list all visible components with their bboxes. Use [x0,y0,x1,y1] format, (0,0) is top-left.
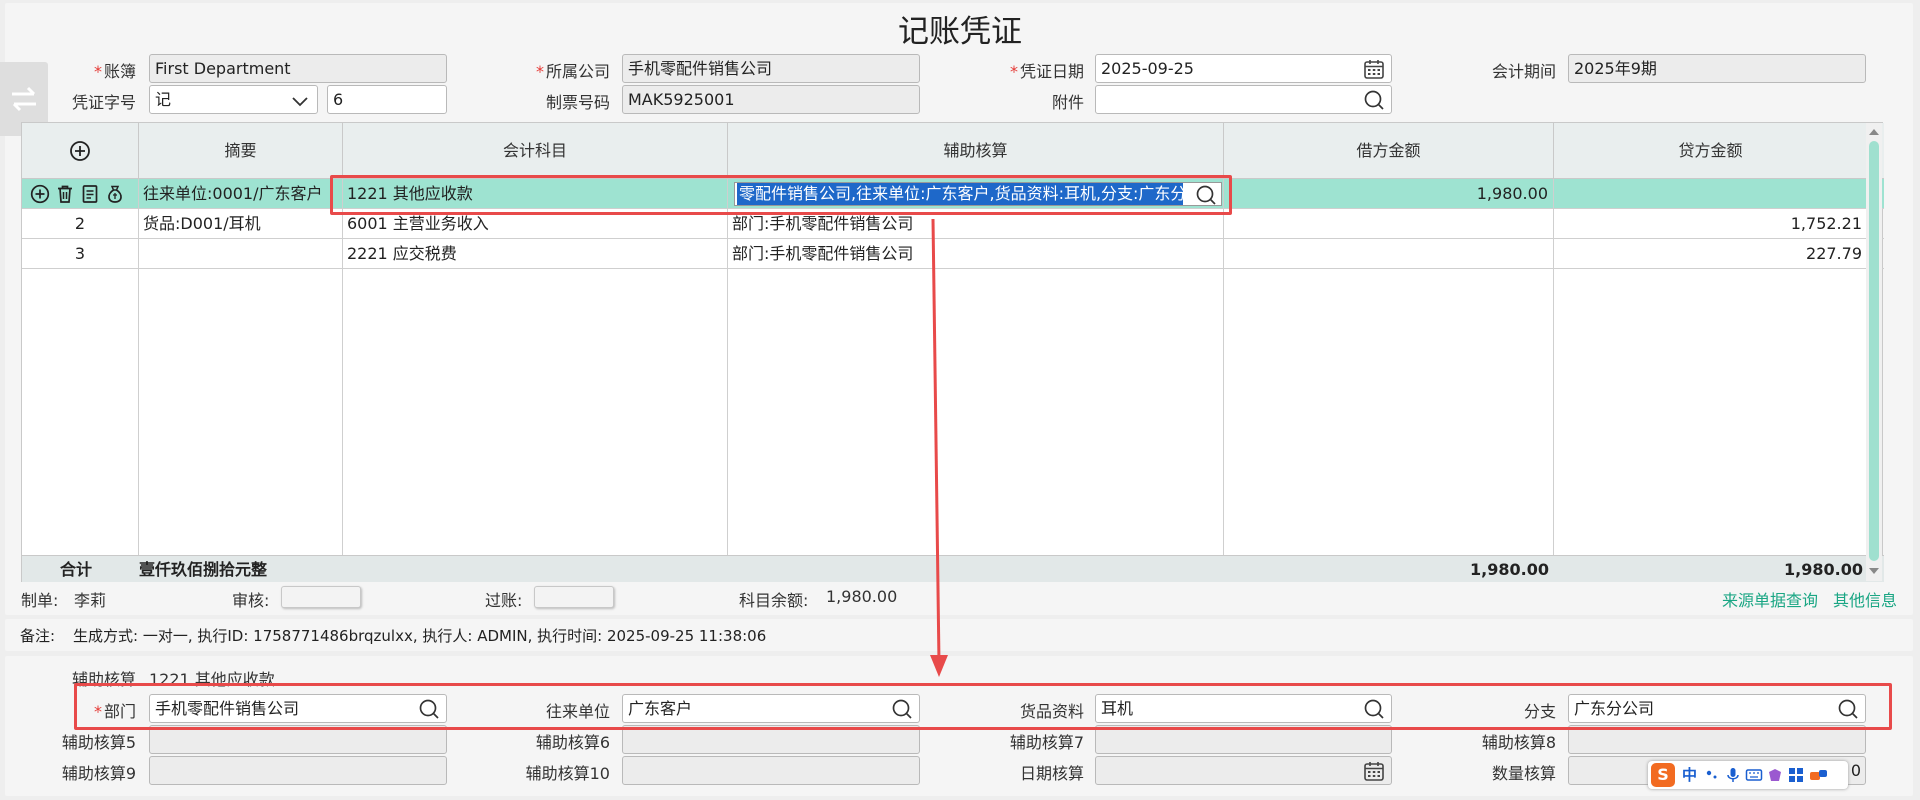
aux-cell[interactable]: 部门:手机零配件销售公司 [728,239,1224,269]
grid-header: 摘要 会计科目 辅助核算 借方金额 贷方金额 [22,123,1884,179]
aux5-label: 辅助核算5 [61,733,136,752]
invoice-label: 制票号码 [545,93,610,112]
maker-label: 制单: [21,591,59,610]
book-field[interactable]: First Department [149,54,447,83]
column-header: 辅助核算 [728,123,1224,179]
row-number: 3 [22,239,139,269]
apps-grid-icon[interactable] [1787,766,1805,784]
debit-cell[interactable]: 1,980.00 [1224,179,1554,209]
aux10-field[interactable] [622,756,920,785]
attachment-field[interactable] [1095,85,1392,114]
source-document-link[interactable]: 来源单据查询 [1722,587,1818,611]
company-field[interactable]: 手机零配件销售公司 [622,54,920,83]
review-label: 审核: [232,591,270,610]
total-label: 合计 [60,560,93,579]
trash-icon[interactable] [55,184,75,204]
microphone-icon[interactable] [1724,766,1742,784]
swap-arrows-icon [12,86,36,112]
period-label: 会计期间 [1491,62,1556,81]
total-words: 壹仟玖佰捌拾元整 [139,560,268,579]
qty-aux-label: 数量核算 [1491,764,1556,783]
credit-cell[interactable] [1554,179,1868,209]
debit-cell[interactable] [1224,209,1554,239]
column-header: 贷方金额 [1554,123,1868,179]
summary-cell[interactable]: 货品:D001/耳机 [139,209,343,239]
book-label: * 账簿 [93,62,136,81]
aux10-label: 辅助核算10 [525,764,610,783]
page-title: 记账凭证 [898,14,1022,50]
column-header: 借方金额 [1224,123,1554,179]
total-debit: 1,980.00 [1470,560,1549,579]
remark-label: 备注: [20,627,56,645]
date-aux-label: 日期核算 [1019,764,1084,783]
review-field[interactable] [281,586,361,608]
total-credit: 1,980.00 [1784,560,1863,579]
column-header: 会计科目 [343,123,728,179]
add-circle-icon[interactable] [30,184,50,204]
credit-cell[interactable]: 227.79 [1554,239,1868,269]
credit-cell[interactable]: 1,752.21 [1554,209,1868,239]
period-field[interactable]: 2025年9期 [1568,54,1866,83]
voucher-word-select[interactable]: 记 [149,85,318,114]
scroll-up-icon[interactable] [1866,125,1882,139]
aux6-label: 辅助核算6 [535,733,610,752]
summary-cell[interactable]: 往来单位:0001/广东客户 [139,179,343,209]
remark-panel: 备注: 生成方式: 一对一, 执行ID: 1758771486brqzulxx,… [5,619,1913,651]
search-icon[interactable] [1363,89,1385,111]
document-icon[interactable] [80,184,100,204]
ime-mode[interactable]: 中 [1682,764,1697,785]
scrollbar-thumb[interactable] [1869,141,1879,561]
company-label: * 所属公司 [535,62,610,81]
highlight-box-grid [330,175,1232,215]
aux7-label: 辅助核算7 [1009,733,1084,752]
remark-text: 生成方式: 一对一, 执行ID: 1758771486brqzulxx, 执行人… [73,627,767,645]
column-header: 摘要 [139,123,343,179]
calendar-icon[interactable] [1363,760,1385,782]
maker-value: 李莉 [74,591,107,610]
ime-logo: S [1651,763,1675,787]
chevron-down-icon [292,97,308,107]
account-cell[interactable]: 2221 应交税费 [343,239,728,269]
toolbox-icon[interactable] [1808,766,1830,784]
debit-cell[interactable] [1224,239,1554,269]
aux9-field[interactable] [149,756,447,785]
punctuation-icon[interactable] [1704,766,1722,784]
ime-toolbar[interactable]: S 中 [1648,761,1848,789]
skin-icon[interactable] [1766,766,1784,784]
post-label: 过账: [485,591,523,610]
date-field[interactable]: 2025-09-25 [1095,54,1392,83]
voucher-number-field[interactable]: 6 [327,85,447,114]
calendar-icon[interactable] [1363,58,1385,80]
summary-cell[interactable] [139,239,343,269]
post-field[interactable] [534,586,614,608]
keyboard-icon[interactable] [1745,766,1763,784]
voucher-word-label: 凭证字号 [71,93,136,112]
other-info-link[interactable]: 其他信息 [1833,587,1897,611]
aux9-label: 辅助核算9 [61,764,136,783]
grid-scrollbar[interactable] [1866,123,1882,581]
aux8-label: 辅助核算8 [1481,733,1556,752]
date-aux-field[interactable] [1095,756,1392,785]
highlight-box-aux [74,683,1892,730]
add-row-header[interactable] [22,123,139,179]
balance-label: 科目余额: [739,591,809,610]
date-label: * 凭证日期 [1009,62,1084,81]
row-actions [22,179,139,209]
scroll-down-icon[interactable] [1866,564,1882,578]
balance-value: 1,980.00 [826,587,898,606]
attachment-label: 附件 [1051,93,1084,112]
pointer-arrow-icon [930,218,948,677]
invoice-field[interactable]: MAK5925001 [622,85,920,114]
add-circle-icon[interactable] [69,140,91,162]
money-bag-icon[interactable] [105,184,125,204]
row-number: 2 [22,209,139,239]
